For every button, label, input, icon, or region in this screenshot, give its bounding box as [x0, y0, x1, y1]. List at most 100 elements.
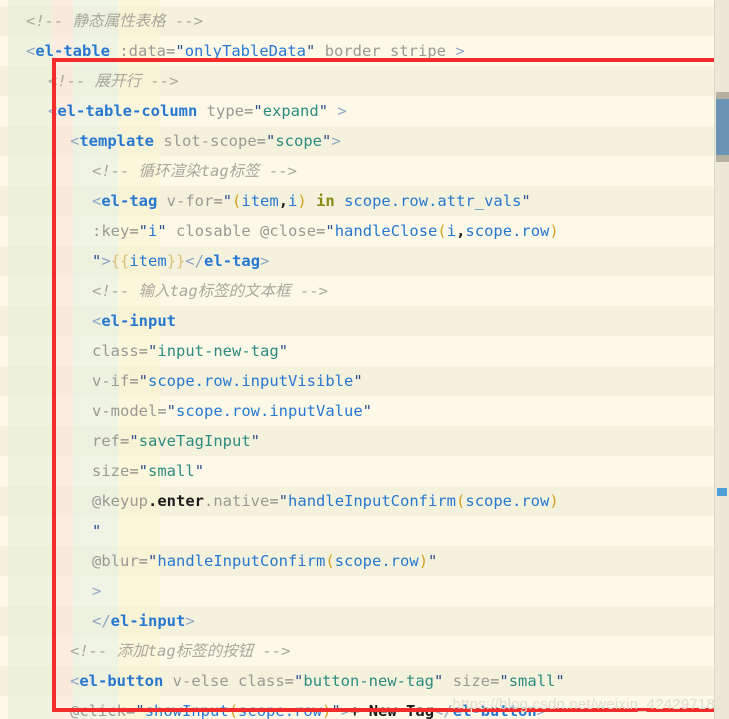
- code-token: @click: [70, 702, 126, 719]
- code-token: >: [92, 582, 102, 600]
- code-token: ": [92, 252, 102, 270]
- code-token: <: [70, 672, 80, 690]
- code-token: =: [120, 432, 130, 450]
- code-token: </: [434, 702, 453, 719]
- code-token: ": [148, 342, 158, 360]
- watermark-text: https://blog.csdn.net/weixin_42429718: [452, 696, 715, 713]
- code-token: handleClose: [334, 222, 438, 240]
- code-line: <el-table-column type="expand" >: [0, 96, 729, 126]
- code-line: <!-- 展开行 -->: [0, 66, 729, 96]
- code-line: v-model="scope.row.inputValue": [0, 396, 729, 426]
- code-token: (: [437, 222, 447, 240]
- code-token: ): [297, 192, 307, 210]
- code-token: slot-scope: [154, 132, 257, 150]
- code-token: v-if: [92, 372, 130, 390]
- code-line: ": [0, 516, 729, 546]
- code-token: (: [456, 492, 466, 510]
- code-token: ): [418, 552, 429, 570]
- code-token: input-new-tag: [157, 342, 279, 360]
- code-token: </: [92, 612, 111, 630]
- code-line: class="input-new-tag": [0, 336, 729, 366]
- code-token: =: [213, 192, 223, 210]
- code-token: ": [138, 222, 149, 240]
- code-token: ): [549, 222, 559, 240]
- code-token: >: [337, 102, 347, 120]
- code-token: i: [446, 222, 457, 240]
- code-token: ): [322, 702, 332, 719]
- code-token: .native: [204, 492, 270, 510]
- code-token: el-tag: [204, 252, 261, 270]
- code-token: >: [455, 42, 465, 60]
- code-token: ": [157, 222, 167, 240]
- code-token: (: [325, 552, 335, 570]
- code-token: small: [148, 462, 195, 480]
- code-token: <!-- 展开行 -->: [48, 72, 179, 90]
- code-token: ": [92, 522, 102, 540]
- code-token: closable: [166, 222, 261, 240]
- code-token: el-input: [101, 312, 176, 330]
- code-token: ": [318, 102, 329, 120]
- code-token: ": [166, 402, 177, 420]
- code-token: =: [157, 402, 167, 420]
- code-token: }}: [166, 252, 186, 270]
- code-token: ": [294, 672, 304, 690]
- code-token: scope.row: [465, 222, 550, 240]
- code-token: <!-- 添加tag标签的按钮 -->: [70, 642, 291, 660]
- code-text[interactable]: <!-- 静态属性表格 --> <el-table :data="onlyTabl…: [0, 0, 729, 719]
- code-token: <!-- 输入tag标签的文本框 -->: [92, 282, 328, 300]
- code-line: <template slot-scope="scope">: [0, 126, 729, 156]
- code-token: =: [316, 222, 326, 240]
- code-token: ": [353, 372, 363, 390]
- code-token: size: [92, 462, 130, 480]
- code-token: :data: [110, 42, 166, 60]
- code-line: @keyup.enter.native="handleInputConfirm(…: [0, 486, 729, 516]
- code-token: ref: [92, 432, 120, 450]
- code-token: {{: [110, 252, 130, 270]
- scrollbar-thumb[interactable]: [716, 92, 729, 162]
- code-line: <!-- 输入tag标签的文本框 -->: [0, 276, 729, 306]
- code-token: ": [175, 42, 185, 60]
- code-token: <: [92, 192, 102, 210]
- code-line: <!-- 循环渲染tag标签 -->: [0, 156, 729, 186]
- code-token: scope.row.inputVisible: [148, 372, 354, 390]
- code-token: saveTagInput: [138, 432, 251, 450]
- code-token: @close: [260, 222, 317, 240]
- code-token: ": [135, 702, 145, 719]
- code-token: =: [284, 672, 295, 690]
- code-token: =: [129, 222, 139, 240]
- code-token: </: [185, 252, 205, 270]
- code-token: =: [126, 702, 136, 719]
- code-line: v-if="scope.row.inputVisible": [0, 366, 729, 396]
- code-token: showInput: [144, 702, 229, 719]
- code-token: i: [288, 192, 298, 210]
- code-token: ,: [456, 222, 466, 240]
- code-token: ": [222, 192, 233, 210]
- vertical-scrollbar[interactable]: [714, 0, 729, 719]
- code-token: =: [244, 102, 254, 120]
- code-token: el-input: [110, 612, 186, 630]
- code-token: button-new-tag: [303, 672, 435, 690]
- code-token: <: [48, 102, 58, 120]
- code-line: ref="saveTagInput": [0, 426, 729, 456]
- code-token: =: [129, 372, 139, 390]
- code-token: (: [228, 702, 239, 719]
- code-token: onlyTableData: [184, 42, 307, 60]
- code-line: @blur="handleInputConfirm(scope.row)": [0, 546, 729, 576]
- code-token: :key: [92, 222, 130, 240]
- code-token: scope.row: [334, 552, 419, 570]
- code-token: ): [549, 492, 559, 510]
- code-line: >: [0, 576, 729, 606]
- code-token: @keyup: [92, 492, 148, 510]
- code-token: =: [166, 42, 176, 60]
- code-token: size: [443, 672, 491, 690]
- code-token: scope.row.attr_vals: [344, 192, 522, 210]
- code-line: <el-button v-else class="button-new-tag"…: [0, 666, 729, 696]
- code-token: <: [70, 132, 80, 150]
- code-token: =: [269, 492, 279, 510]
- code-token: <: [26, 42, 36, 60]
- code-token: ": [499, 672, 509, 690]
- code-token: ": [266, 132, 276, 150]
- code-token: scope.row: [465, 492, 550, 510]
